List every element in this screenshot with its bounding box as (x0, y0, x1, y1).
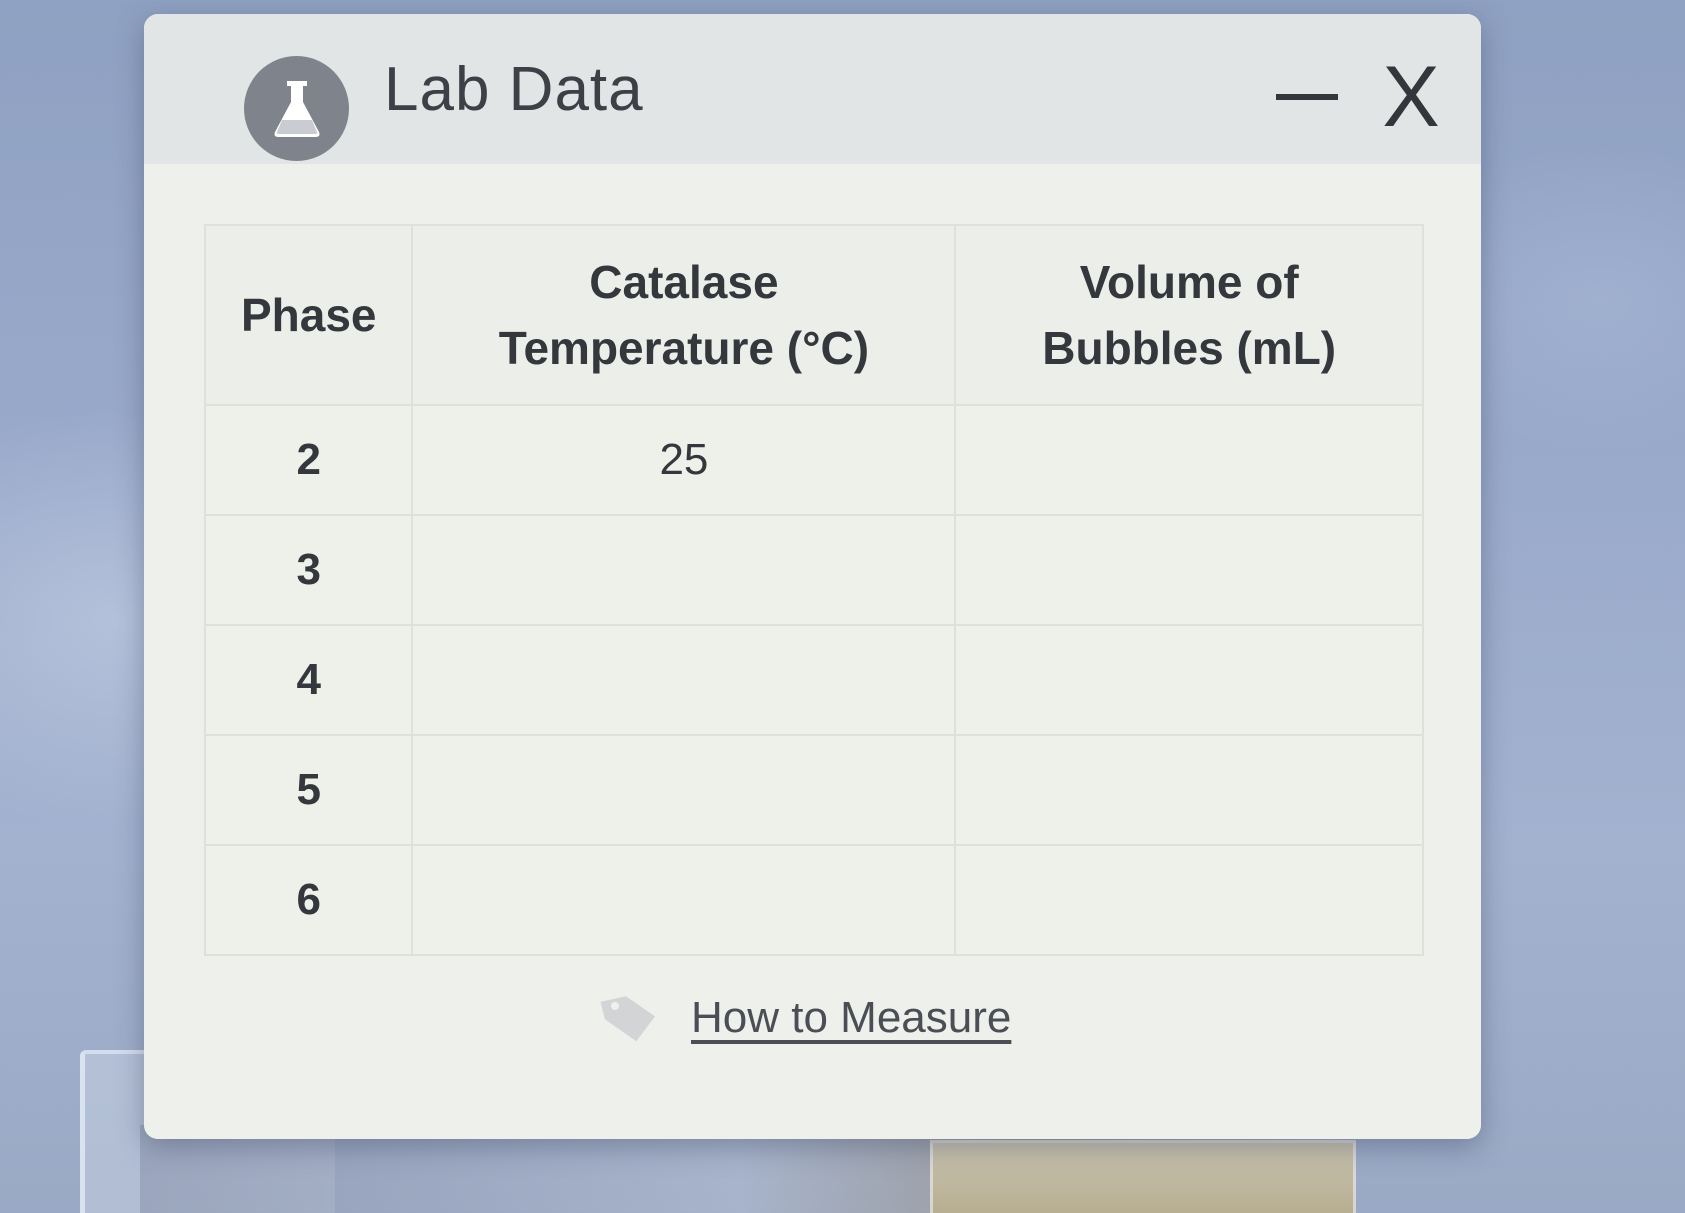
flask-icon (244, 56, 349, 161)
lab-data-window: Lab Data X Phase Catalase Temperature (°… (144, 14, 1481, 1139)
temperature-cell[interactable] (411, 734, 957, 846)
minimize-icon (1276, 94, 1338, 100)
tag-icon (600, 996, 656, 1042)
phase-cell: 6 (203, 844, 414, 956)
phase-cell: 4 (203, 624, 414, 736)
header-phase: Phase (203, 224, 414, 406)
header-volume-line1: Volume of (1079, 256, 1299, 308)
temperature-cell[interactable] (411, 844, 957, 956)
test-tube-image (930, 1140, 1356, 1213)
header-temperature-line1: Catalase (589, 256, 779, 308)
header-catalase-temperature: Catalase Temperature (°C) (411, 224, 957, 406)
volume-cell[interactable] (954, 734, 1424, 846)
minimize-button[interactable] (1262, 52, 1352, 142)
temperature-cell[interactable] (411, 514, 957, 626)
volume-cell[interactable] (954, 404, 1424, 516)
close-button[interactable]: X (1366, 52, 1456, 142)
window-content: Phase Catalase Temperature (°C) Volume o… (144, 164, 1481, 1139)
volume-cell[interactable] (954, 844, 1424, 956)
phase-cell: 5 (203, 734, 414, 846)
how-to-measure-label[interactable]: How to Measure (691, 993, 1011, 1043)
header-volume-line2: Bubbles (mL) (1042, 322, 1337, 374)
temperature-cell[interactable] (411, 624, 957, 736)
lab-data-table: Phase Catalase Temperature (°C) Volume o… (203, 224, 1424, 956)
header-bubble-volume: Volume of Bubbles (mL) (954, 224, 1424, 406)
phase-cell: 3 (203, 514, 414, 626)
window-titlebar[interactable]: Lab Data X (144, 14, 1481, 164)
how-to-measure-link[interactable]: How to Measure (599, 992, 1011, 1044)
temperature-cell[interactable]: 25 (411, 404, 957, 516)
phase-cell: 2 (203, 404, 414, 516)
header-phase-label: Phase (240, 289, 377, 341)
volume-cell[interactable] (954, 624, 1424, 736)
header-temperature-line2: Temperature (°C) (498, 322, 870, 374)
table-row: 3 (203, 514, 1424, 626)
volume-cell[interactable] (954, 514, 1424, 626)
table-row: 4 (203, 624, 1424, 736)
table-row: 6 (203, 844, 1424, 956)
window-title: Lab Data (384, 55, 644, 124)
table-row: 2 25 (203, 404, 1424, 516)
table-header-row: Phase Catalase Temperature (°C) Volume o… (203, 224, 1424, 406)
table-row: 5 (203, 734, 1424, 846)
